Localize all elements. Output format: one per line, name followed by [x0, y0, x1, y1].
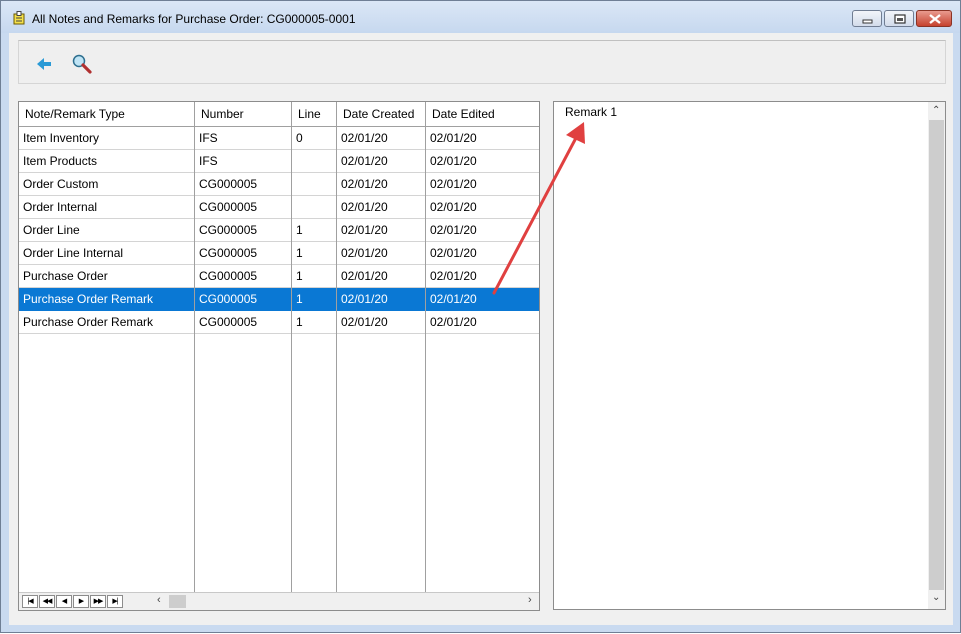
cell-line: 1: [296, 292, 303, 306]
close-button[interactable]: [916, 10, 952, 27]
next-page-button[interactable]: ▶▶: [90, 595, 106, 608]
cell-line: [292, 150, 336, 172]
restore-button[interactable]: [884, 10, 914, 27]
previous-page-button[interactable]: ◀◀: [39, 595, 55, 608]
table-row[interactable]: Order Line CG000005 1 02/01/20 02/01/20: [19, 219, 539, 242]
cell-number: CG000005: [199, 315, 258, 329]
cell-date-created: 02/01/20: [341, 131, 388, 145]
cell-line: 0: [296, 131, 303, 145]
first-record-button[interactable]: |◀: [22, 595, 38, 608]
cell-date-created: 02/01/20: [341, 200, 388, 214]
vertical-scroll-thumb[interactable]: [929, 120, 944, 590]
cell-number: CG000005: [199, 223, 258, 237]
cell-date-edited: 02/01/20: [430, 269, 477, 283]
table-row[interactable]: Order Line Internal CG000005 1 02/01/20 02/0…: [19, 242, 539, 265]
cell-type: Purchase Order Remark: [23, 315, 154, 329]
column-header-type[interactable]: Note/Remark Type: [19, 102, 194, 126]
previous-record-button[interactable]: ◀: [56, 595, 72, 608]
cell-line: [292, 196, 336, 218]
cell-number: CG000005: [199, 200, 258, 214]
toolbar: [18, 40, 946, 84]
column-divider: [425, 102, 426, 592]
table-row[interactable]: Purchase Order Remark CG000005 1 02/01/20 02…: [19, 311, 539, 334]
cell-date-created: 02/01/20: [341, 154, 388, 168]
vertical-scrollbar[interactable]: ⌃ ⌄: [928, 102, 945, 609]
magnifier-icon: [72, 54, 92, 74]
cell-type: Item Inventory: [23, 131, 100, 145]
remark-text-panel[interactable]: Remark 1 ⌃ ⌄: [553, 101, 946, 610]
cell-type: Order Line Internal: [23, 246, 124, 260]
cell-number: CG000005: [199, 269, 258, 283]
cell-date-created: 02/01/20: [341, 177, 388, 191]
grid-navigation-bar: |◀ ◀◀ ◀ ▶ ▶▶ ▶| ‹ ›: [19, 592, 539, 610]
column-header-line[interactable]: Line: [292, 102, 336, 126]
cell-date-edited: 02/01/20: [430, 292, 477, 306]
cell-date-edited: 02/01/20: [430, 315, 477, 329]
cell-date-created: 02/01/20: [341, 315, 388, 329]
cell-line: 1: [296, 246, 303, 260]
cell-number: IFS: [199, 154, 218, 168]
grid-header: Note/Remark Type Number Line Date Create…: [19, 102, 539, 127]
cell-type: Item Products: [23, 154, 98, 168]
cell-type: Purchase Order Remark: [23, 292, 154, 306]
cell-type: Purchase Order: [23, 269, 108, 283]
cell-date-created: 02/01/20: [341, 269, 388, 283]
cell-date-created: 02/01/20: [341, 246, 388, 260]
cell-date-edited: 02/01/20: [430, 154, 477, 168]
cell-type: Order Line: [23, 223, 80, 237]
window-title: All Notes and Remarks for Purchase Order…: [32, 12, 356, 26]
table-row[interactable]: Purchase Order Remark CG000005 1 02/01/20 02…: [19, 288, 539, 311]
restore-icon: [894, 14, 906, 24]
search-button[interactable]: [71, 53, 93, 75]
column-header-number[interactable]: Number: [195, 102, 291, 126]
table-row[interactable]: Purchase Order CG000005 1 02/01/20 02/01/20: [19, 265, 539, 288]
cell-line: 1: [296, 223, 303, 237]
cell-number: IFS: [199, 131, 218, 145]
cell-number: CG000005: [199, 177, 258, 191]
cell-line: [292, 173, 336, 195]
notes-remarks-window: All Notes and Remarks for Purchase Order…: [0, 0, 961, 633]
scroll-left-icon[interactable]: ‹: [157, 594, 161, 606]
cell-type: Order Custom: [23, 177, 99, 191]
cell-type: Order Internal: [23, 200, 98, 214]
cell-date-edited: 02/01/20: [430, 223, 477, 237]
scroll-up-icon[interactable]: ⌃: [932, 105, 940, 116]
app-icon: [13, 11, 25, 25]
cell-date-created: 02/01/20: [341, 292, 388, 306]
cell-date-edited: 02/01/20: [430, 131, 477, 145]
minimize-icon: [862, 19, 873, 24]
column-header-date-created[interactable]: Date Created: [337, 102, 425, 126]
close-icon: [929, 14, 941, 24]
column-divider: [194, 102, 195, 592]
horizontal-scroll-thumb[interactable]: [169, 595, 186, 608]
notes-grid[interactable]: Note/Remark Type Number Line Date Create…: [18, 101, 540, 611]
cell-number: CG000005: [199, 246, 258, 260]
last-record-button[interactable]: ▶|: [107, 595, 123, 608]
scroll-right-icon[interactable]: ›: [528, 594, 532, 606]
back-button[interactable]: [33, 53, 55, 75]
cell-number: CG000005: [199, 292, 258, 306]
cell-date-edited: 02/01/20: [430, 177, 477, 191]
column-divider: [291, 102, 292, 592]
cell-line: 1: [296, 315, 303, 329]
back-arrow-icon: [37, 58, 51, 70]
table-row[interactable]: Order Internal CG000005 02/01/20 02/01/20: [19, 196, 539, 219]
title-bar[interactable]: All Notes and Remarks for Purchase Order…: [1, 1, 960, 33]
cell-date-edited: 02/01/20: [430, 200, 477, 214]
cell-date-created: 02/01/20: [341, 223, 388, 237]
scroll-down-icon[interactable]: ⌄: [932, 592, 940, 603]
table-row[interactable]: Item Inventory IFS 0 02/01/20 02/01/20: [19, 127, 539, 150]
cell-line: 1: [296, 269, 303, 283]
table-row[interactable]: Item Products IFS 02/01/20 02/01/20: [19, 150, 539, 173]
column-divider: [336, 102, 337, 592]
next-record-button[interactable]: ▶: [73, 595, 89, 608]
column-header-date-edited[interactable]: Date Edited: [426, 102, 539, 126]
table-row[interactable]: Order Custom CG000005 02/01/20 02/01/20: [19, 173, 539, 196]
cell-date-edited: 02/01/20: [430, 246, 477, 260]
remark-text[interactable]: Remark 1: [565, 105, 617, 119]
client-area: Note/Remark Type Number Line Date Create…: [9, 33, 953, 625]
minimize-button[interactable]: [852, 10, 882, 27]
